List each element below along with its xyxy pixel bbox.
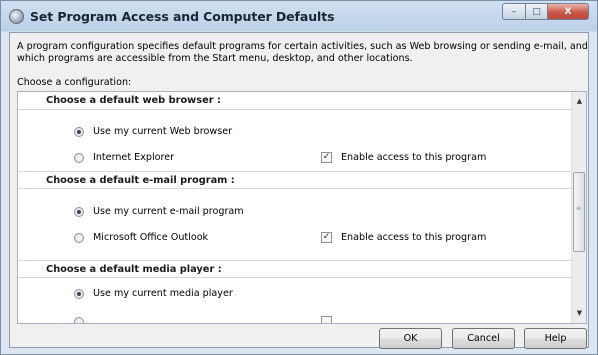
grip-icon: ≡: [576, 205, 582, 212]
description-text: A program configuration specifies defaul…: [17, 41, 588, 64]
enable-access-checkbox[interactable]: ✓: [321, 232, 332, 243]
option-internet-explorer[interactable]: Internet Explorer ✓ Enable access to thi…: [18, 150, 572, 166]
enable-access-label: Enable access to this program: [341, 232, 487, 243]
option-label: Use my current Web browser: [93, 126, 233, 137]
vertical-scrollbar[interactable]: ▲ ≡ ▼: [571, 92, 586, 323]
option-partial-row[interactable]: [18, 314, 572, 323]
dialog-window: Set Program Access and Computer Defaults…: [0, 0, 598, 355]
configuration-list[interactable]: Choose a default web browser : Use my cu…: [17, 91, 587, 324]
scroll-down-arrow-icon[interactable]: ▼: [575, 309, 584, 318]
radio-outlook[interactable]: [74, 233, 84, 243]
program-access-icon: [9, 9, 24, 24]
scroll-thumb[interactable]: ≡: [573, 172, 585, 252]
radio-internet-explorer[interactable]: [74, 153, 84, 163]
radio-current-email[interactable]: [74, 207, 84, 217]
option-label: Use my current media player: [93, 288, 233, 299]
radio-partial[interactable]: [74, 317, 84, 323]
help-button[interactable]: Help: [524, 328, 587, 349]
window-title: Set Program Access and Computer Defaults: [30, 9, 335, 24]
maximize-button[interactable]: □: [526, 3, 548, 20]
enable-access-checkbox[interactable]: ✓: [321, 152, 332, 163]
configuration-list-content: Choose a default web browser : Use my cu…: [18, 92, 572, 323]
option-label: Microsoft Office Outlook: [93, 232, 209, 243]
scroll-up-arrow-icon[interactable]: ▲: [575, 97, 584, 106]
enable-access-checkbox-partial[interactable]: [321, 316, 332, 323]
close-button[interactable]: X: [548, 3, 589, 20]
ok-button[interactable]: OK: [379, 328, 442, 349]
minimize-button[interactable]: –: [502, 3, 526, 20]
section-header-email: Choose a default e-mail program :: [18, 171, 572, 189]
radio-current-media-player[interactable]: [74, 289, 84, 299]
radio-current-web-browser[interactable]: [74, 127, 84, 137]
section-header-media-player: Choose a default media player :: [18, 260, 572, 278]
option-current-web-browser[interactable]: Use my current Web browser: [18, 124, 572, 140]
option-current-media-player[interactable]: Use my current media player: [18, 286, 572, 302]
option-outlook[interactable]: Microsoft Office Outlook ✓ Enable access…: [18, 230, 572, 246]
caption-buttons: – □ X: [502, 3, 589, 23]
cancel-button[interactable]: Cancel: [452, 328, 515, 349]
option-label: Internet Explorer: [93, 152, 175, 163]
enable-access-label: Enable access to this program: [341, 152, 487, 163]
title-bar[interactable]: Set Program Access and Computer Defaults…: [1, 1, 597, 32]
dialog-content: A program configuration specifies defaul…: [9, 32, 589, 349]
section-header-web-browser: Choose a default web browser :: [18, 92, 572, 110]
option-label: Use my current e-mail program: [93, 206, 244, 217]
choose-configuration-label: Choose a configuration:: [17, 77, 132, 88]
option-current-email[interactable]: Use my current e-mail program: [18, 204, 572, 220]
